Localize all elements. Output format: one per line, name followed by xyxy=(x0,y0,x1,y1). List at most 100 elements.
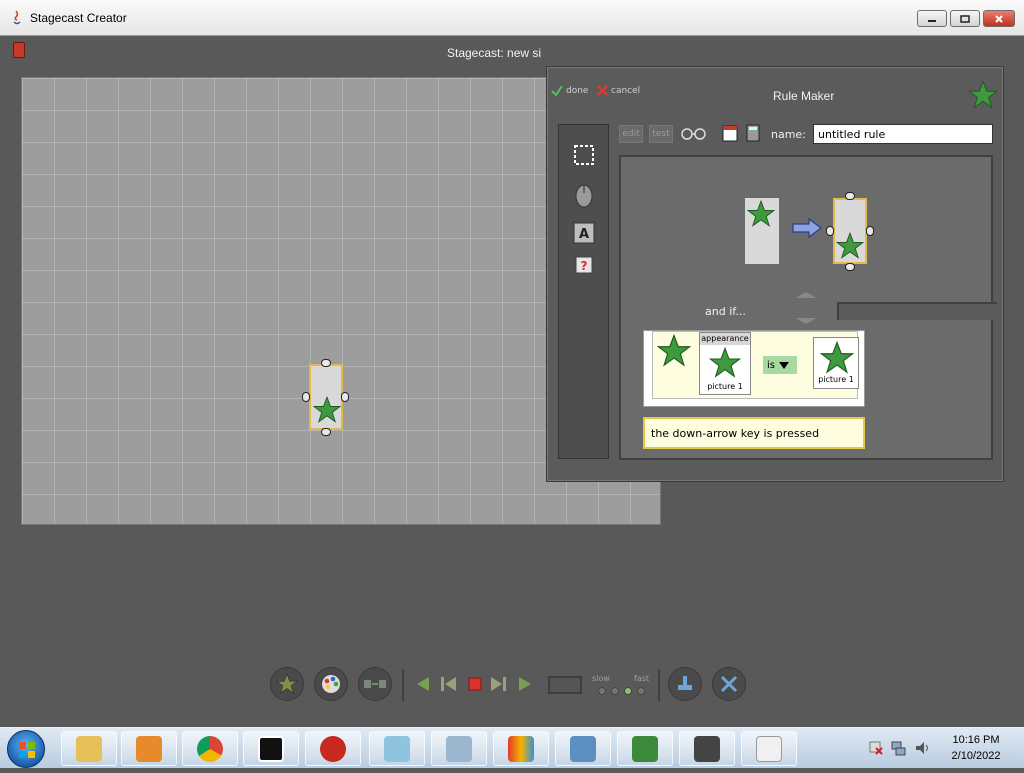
slow-label: slow xyxy=(592,674,610,683)
step-forward-button[interactable] xyxy=(490,675,508,693)
rulebook-icon[interactable] xyxy=(13,42,25,58)
taskbar-paint[interactable] xyxy=(493,731,549,766)
glasses-icon[interactable] xyxy=(679,125,709,141)
sprite-handle-bottom[interactable] xyxy=(321,428,331,436)
dropdown-arrow-icon xyxy=(779,361,789,369)
sprite-handle-top[interactable] xyxy=(321,359,331,367)
taskbar-chrome[interactable] xyxy=(182,731,238,766)
sprite-handle-left[interactable] xyxy=(302,392,310,402)
app-client-area: Stagecast: new si done cancel Rule Maker xyxy=(0,36,1024,726)
speaker-icon[interactable] xyxy=(914,740,930,756)
speed-display xyxy=(548,676,582,694)
flag-icon[interactable] xyxy=(868,740,884,756)
cancel-label: cancel xyxy=(611,85,641,96)
selection-rect-icon xyxy=(574,145,594,165)
maximize-button[interactable] xyxy=(950,10,980,27)
select-tool[interactable] xyxy=(570,141,598,169)
key-condition[interactable]: the down-arrow key is pressed xyxy=(643,417,865,449)
notepad-icon xyxy=(384,735,410,762)
picture-box[interactable]: picture 1 xyxy=(813,337,859,389)
test-button[interactable]: test xyxy=(649,125,673,143)
tools-icon xyxy=(720,675,738,693)
taskbar-spreadsheet[interactable] xyxy=(617,731,673,766)
control-separator xyxy=(658,669,660,701)
calculator-app-icon xyxy=(446,735,472,762)
calendar-icon[interactable] xyxy=(721,123,739,143)
mouse-tool[interactable] xyxy=(570,181,598,209)
windows-logo-icon xyxy=(19,742,35,758)
appearance-box[interactable]: appearance picture 1 xyxy=(699,332,751,395)
star-icon xyxy=(820,341,854,374)
palette-button[interactable] xyxy=(314,667,348,701)
close-icon xyxy=(995,14,1003,23)
after-handle-right[interactable] xyxy=(866,226,874,236)
cancel-button[interactable]: cancel xyxy=(597,85,640,96)
calculator-icon[interactable] xyxy=(745,123,761,143)
paint-icon xyxy=(508,735,534,762)
fast-label: fast xyxy=(634,674,650,683)
play-button[interactable] xyxy=(516,675,534,693)
star-character[interactable] xyxy=(309,364,343,430)
chrome-icon xyxy=(197,735,223,762)
star-icon xyxy=(657,334,691,367)
stage-switch-button[interactable] xyxy=(358,667,392,701)
help-tool[interactable]: ? xyxy=(570,251,598,279)
taskbar-notepad[interactable] xyxy=(369,731,425,766)
after-picture[interactable] xyxy=(833,198,867,264)
after-handle-bottom[interactable] xyxy=(845,263,855,271)
start-button[interactable] xyxy=(7,730,45,768)
tools-button[interactable] xyxy=(712,667,746,701)
window-titlebar: Stagecast Creator xyxy=(0,0,1024,36)
pane-splitter[interactable] xyxy=(837,302,997,320)
clock-date[interactable]: 2/10/2022 xyxy=(946,750,1006,762)
condition-tile: appearance picture 1 is picture 1 xyxy=(652,331,859,399)
minimize-button[interactable] xyxy=(917,10,947,27)
clock-time[interactable]: 10:16 PM xyxy=(946,734,1006,746)
before-picture[interactable] xyxy=(745,198,779,264)
close-button[interactable] xyxy=(983,10,1015,27)
network-tray-icon[interactable] xyxy=(890,740,906,756)
right-arrow-icon xyxy=(792,217,822,239)
sprite-handle-right[interactable] xyxy=(341,392,349,402)
text-tool[interactable]: A xyxy=(570,219,598,247)
taskbar-windows[interactable] xyxy=(679,731,735,766)
and-if-label: and if... xyxy=(705,305,746,318)
taskbar-7zip[interactable] xyxy=(243,731,299,766)
edit-button[interactable]: edit xyxy=(619,125,643,143)
after-handle-top[interactable] xyxy=(845,192,855,200)
svg-text:A: A xyxy=(579,227,589,242)
rule-tool-column: A ? xyxy=(558,124,609,459)
rewind-icon xyxy=(441,677,456,691)
character-button[interactable] xyxy=(270,667,304,701)
step-back-button[interactable] xyxy=(414,675,432,693)
star-icon xyxy=(709,347,741,378)
window-title: Stagecast Creator xyxy=(30,11,127,25)
stop-button[interactable] xyxy=(466,675,484,693)
scroll-up-icon[interactable] xyxy=(793,291,819,299)
appearance-condition[interactable]: appearance picture 1 is picture 1 xyxy=(643,330,865,407)
speed-dot[interactable] xyxy=(637,687,645,695)
java-app-icon xyxy=(13,10,21,25)
stamp-button[interactable] xyxy=(668,667,702,701)
scroll-down-icon[interactable] xyxy=(793,317,819,325)
speed-dot[interactable] xyxy=(611,687,619,695)
taskbar-file-explorer[interactable] xyxy=(61,731,117,766)
speed-dot[interactable] xyxy=(624,687,632,695)
rewind-button[interactable] xyxy=(440,675,458,693)
after-handle-left[interactable] xyxy=(826,226,834,236)
taskbar-calculator[interactable] xyxy=(431,731,487,766)
right-picture-label: picture 1 xyxy=(818,375,854,384)
palette-icon xyxy=(322,675,340,693)
rule-maker-title: Rule Maker xyxy=(773,89,835,103)
rule-name-input[interactable] xyxy=(813,124,993,144)
speed-dot[interactable] xyxy=(598,687,606,695)
taskbar-media-player[interactable] xyxy=(121,731,177,766)
taskbar-java[interactable] xyxy=(741,731,797,766)
help-icon: ? xyxy=(575,256,593,274)
taskbar-network[interactable] xyxy=(555,731,611,766)
rule-pane: and if... appearance picture 1 is pictur… xyxy=(619,155,997,460)
taskbar-app-red[interactable] xyxy=(305,731,361,766)
operator-dropdown[interactable]: is xyxy=(763,356,797,374)
done-button[interactable]: done xyxy=(551,85,588,97)
star-icon xyxy=(313,396,341,423)
